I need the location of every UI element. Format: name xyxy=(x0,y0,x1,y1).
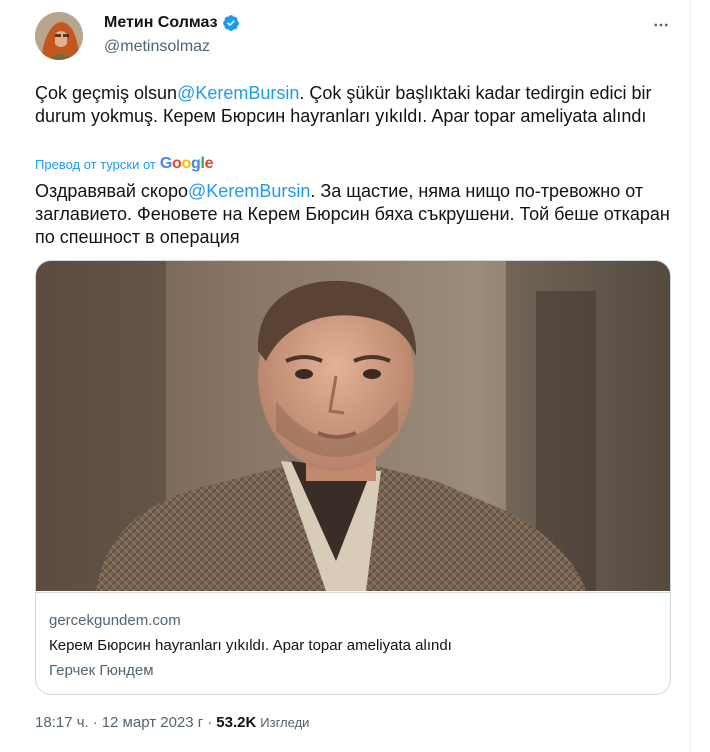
tweet: Метин Солмаз @metinsolmaz Çok geçmiş ols… xyxy=(0,0,691,752)
tweet-text-original: Çok geçmiş olsun@KeremBursin. Çok şükür … xyxy=(35,82,675,128)
author-name[interactable]: Метин Солмаз xyxy=(104,14,218,32)
card-title: Керем Бюрсин hayranları yıkıldı. Apar to… xyxy=(49,637,452,654)
original-text-start: Çok geçmiş olsun xyxy=(35,83,178,103)
tweet-footer: 18:17 ч. · 12 март 2023 г · 53.2K Изглед… xyxy=(35,714,309,731)
translation-attribution[interactable]: Превод от турски от Google xyxy=(35,155,214,173)
verified-badge-icon xyxy=(222,15,239,31)
google-logo: Google xyxy=(159,155,214,172)
card-meta: gercekgundem.com Керем Бюрсин hayranları… xyxy=(36,592,670,694)
separator: · xyxy=(207,714,213,731)
tweet-time[interactable]: 18:17 ч. xyxy=(35,714,89,731)
more-options-icon[interactable] xyxy=(650,14,672,36)
tweet-text-translation: Оздравявай скоро@KeremBursin. За щастие,… xyxy=(35,180,675,249)
tweet-date[interactable]: 12 март 2023 г xyxy=(102,714,204,731)
views-label: Изгледи xyxy=(260,715,310,730)
author-row: Метин Солмаз xyxy=(104,14,240,32)
link-card[interactable]: gercekgundem.com Керем Бюрсин hayranları… xyxy=(35,260,671,695)
separator: · xyxy=(92,714,98,731)
author-handle[interactable]: @metinsolmaz xyxy=(104,38,210,56)
avatar[interactable] xyxy=(35,12,83,60)
translation-label: Превод от турски от xyxy=(35,156,156,172)
mention-link[interactable]: @KeremBursin xyxy=(177,83,299,103)
mention-link-translation[interactable]: @KeremBursin xyxy=(188,181,310,201)
translation-text-start: Оздравявай скоро xyxy=(35,181,189,201)
card-source: Герчек Гюндем xyxy=(49,662,154,679)
avatar-photo xyxy=(35,12,83,60)
card-domain: gercekgundem.com xyxy=(49,612,181,629)
views-count[interactable]: 53.2K xyxy=(216,714,256,731)
card-image xyxy=(36,261,670,591)
